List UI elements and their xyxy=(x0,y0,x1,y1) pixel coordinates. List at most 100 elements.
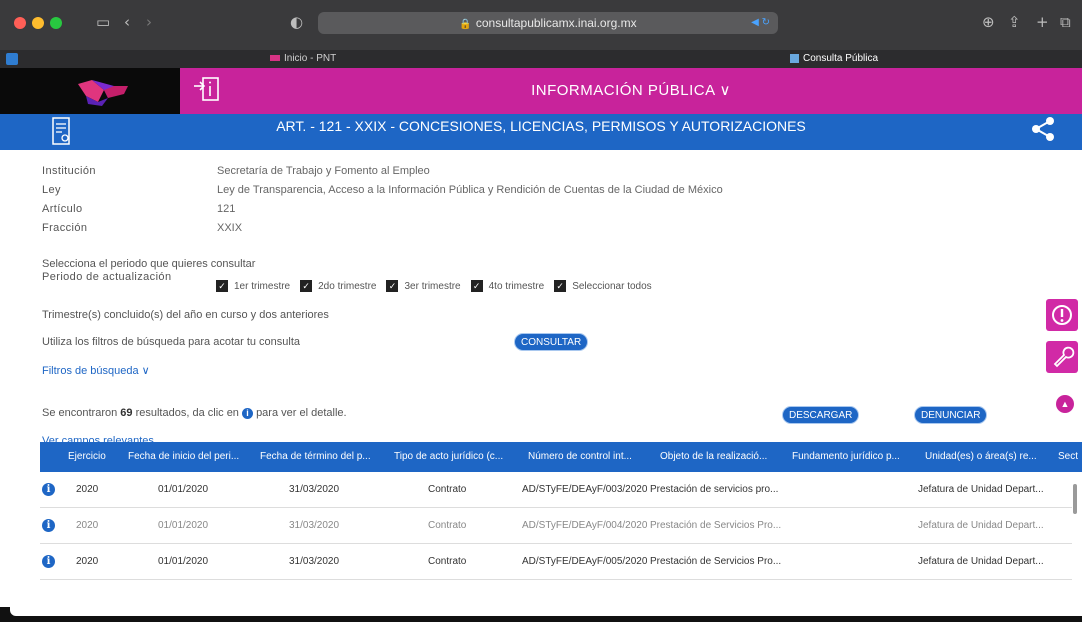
column-header[interactable]: Unidad(es) o área(s) re... xyxy=(925,442,1050,472)
table-row[interactable]: i 2020 01/01/2020 31/03/2020 Contrato AD… xyxy=(40,508,1072,544)
column-header[interactable]: Fecha de término del p... xyxy=(260,442,385,472)
period-label: Periodo de actualización xyxy=(42,271,172,283)
cell-unidad: Jefatura de Unidad Depart... xyxy=(918,556,1044,567)
results-summary: Se encontraron 69 resultados, da clic en… xyxy=(42,407,347,419)
info-row: Institución Secretaría de Trabajo y Fomen… xyxy=(42,165,723,184)
wrench-icon xyxy=(1053,346,1075,368)
cell-fecha-termino: 31/03/2020 xyxy=(289,484,340,495)
tab-inicio[interactable]: Inicio - PNT xyxy=(270,50,336,68)
table-row[interactable]: i 2020 01/01/2020 31/03/2020 Contrato AD… xyxy=(40,544,1072,580)
tab-label: Consulta Pública xyxy=(803,53,879,64)
cell-fecha-inicio: 01/01/2020 xyxy=(158,520,209,531)
results-count: 69 xyxy=(120,407,133,419)
cell-unidad: Jefatura de Unidad Depart... xyxy=(918,484,1044,495)
cell-numero-control: AD/STyFE/DEAyF/004/2020 xyxy=(522,520,648,531)
tabs-overview-icon[interactable]: ⧉ xyxy=(1060,13,1071,31)
page-bottom-edge xyxy=(10,607,1082,616)
column-header[interactable]: Tipo de acto jurídico (c... xyxy=(394,442,522,472)
extension-icon[interactable] xyxy=(6,53,18,65)
back-icon[interactable]: ‹ xyxy=(124,13,130,31)
checkbox-1er-trimestre[interactable]: ✓ xyxy=(216,280,228,292)
checkbox-3er-trimestre[interactable]: ✓ xyxy=(386,280,399,292)
pnt-favicon-icon xyxy=(270,55,280,62)
results-table-header: Ejercicio Fecha de inicio del peri... Fe… xyxy=(40,442,1082,472)
row-detail-info-icon[interactable]: i xyxy=(42,483,55,496)
info-key: Artículo xyxy=(42,203,83,215)
cell-numero-control: AD/STyFE/DEAyF/005/2020 xyxy=(522,556,648,567)
reload-icon[interactable]: ◀ ↻ xyxy=(751,12,770,34)
column-header[interactable]: Fecha de inicio del peri... xyxy=(128,442,253,472)
results-prefix: Se encontraron xyxy=(42,407,118,419)
results-suffix: para ver el detalle. xyxy=(256,407,347,419)
checkbox-label: 2do trimestre xyxy=(318,280,377,292)
forward-icon[interactable]: › xyxy=(146,13,152,31)
tab-consulta[interactable]: Consulta Pública xyxy=(790,50,878,68)
cell-fecha-termino: 31/03/2020 xyxy=(289,520,340,531)
checkbox-seleccionar-todos[interactable]: ✓ xyxy=(554,280,567,292)
table-row[interactable]: i 2020 01/01/2020 31/03/2020 Contrato AD… xyxy=(40,472,1072,508)
column-header[interactable]: Ejercicio xyxy=(68,442,106,472)
minimize-window-button[interactable] xyxy=(32,17,44,29)
info-value: 121 xyxy=(217,203,236,215)
shield-icon[interactable]: ◐ xyxy=(290,13,303,31)
table-scrollbar[interactable] xyxy=(1073,484,1077,514)
share-icon[interactable]: ⇪ xyxy=(1008,13,1021,31)
cell-objeto: Prestación de Servicios Pro... xyxy=(650,520,782,531)
column-header[interactable]: Objeto de la realizació... xyxy=(660,442,785,472)
new-tab-icon[interactable]: + xyxy=(1036,13,1049,31)
info-block: Institución Secretaría de Trabajo y Fomen… xyxy=(42,165,723,241)
header-bar: INFORMACIÓN PÚBLICA ∨ xyxy=(180,68,1082,114)
info-key: Ley xyxy=(42,184,61,196)
period-checkboxes: ✓ 1er trimestre ✓ 2do trimestre ✓ 3er trime… xyxy=(216,280,662,292)
download-icon[interactable]: ⊕ xyxy=(982,13,995,31)
checkbox-4to-trimestre[interactable]: ✓ xyxy=(470,280,483,292)
column-header[interactable]: Sect xyxy=(1058,442,1082,472)
cell-numero-control: AD/STyFE/DEAyF/003/2020 xyxy=(522,484,648,495)
pnt-logo-icon[interactable] xyxy=(78,80,128,106)
column-header[interactable]: Número de control int... xyxy=(528,442,653,472)
sidebar-icon[interactable]: ▭ xyxy=(96,13,110,31)
info-value: Ley de Transparencia, Acceso a la Inform… xyxy=(217,184,723,196)
address-bar[interactable]: 🔒 consultapublicamx.inai.org.mx ◀ ↻ xyxy=(318,12,778,34)
row-detail-info-icon[interactable]: i xyxy=(42,555,55,568)
consultar-button[interactable]: CONSULTAR xyxy=(514,333,589,351)
info-row: Artículo 121 xyxy=(42,203,723,222)
cell-objeto: Prestación de servicios pro... xyxy=(650,484,779,495)
descargar-button[interactable]: DESCARGAR xyxy=(782,406,860,424)
checkbox-2do-trimestre[interactable]: ✓ xyxy=(300,280,313,292)
logo-area xyxy=(0,68,180,114)
denunciar-button[interactable]: DENUNCIAR xyxy=(914,406,988,424)
scroll-top-button[interactable]: ▲ xyxy=(1056,395,1074,413)
cell-ejercicio: 2020 xyxy=(76,556,99,567)
tab-strip: Inicio - PNT Consulta Pública xyxy=(0,50,1082,68)
tools-button[interactable] xyxy=(1046,341,1078,373)
browser-toolbar: ▭ ‹ › ◐ 🔒 consultapublicamx.inai.org.mx ◀… xyxy=(0,0,1082,50)
row-detail-info-icon[interactable]: i xyxy=(42,519,55,532)
info-icon: i xyxy=(242,408,253,419)
menu-informacion-publica[interactable]: INFORMACIÓN PÚBLICA ∨ xyxy=(180,81,1082,99)
alert-button[interactable] xyxy=(1046,299,1078,331)
alert-icon xyxy=(1052,305,1072,325)
period-prompt: Selecciona el periodo que quieres consul… xyxy=(42,258,256,270)
page-title: ART. - 121 - XXIX - CONCESIONES, LICENCI… xyxy=(276,118,806,134)
share-icon[interactable] xyxy=(1030,116,1056,142)
filters-hint: Utiliza los filtros de búsqueda para aco… xyxy=(42,336,301,348)
cell-fecha-termino: 31/03/2020 xyxy=(289,556,340,567)
info-row: Fracción XXIX xyxy=(42,222,723,241)
filters-toggle[interactable]: Filtros de búsqueda ∨ xyxy=(42,364,150,377)
column-header[interactable]: Fundamento jurídico p... xyxy=(792,442,917,472)
cell-fecha-inicio: 01/01/2020 xyxy=(158,556,209,567)
info-value: Secretaría de Trabajo y Fomento al Emple… xyxy=(217,165,430,177)
cell-objeto: Prestación de Servicios Pro... xyxy=(650,556,782,567)
cell-ejercicio: 2020 xyxy=(76,520,99,531)
checkbox-label: 1er trimestre xyxy=(234,280,291,292)
checkbox-label: 4to trimestre xyxy=(488,280,545,292)
cell-unidad: Jefatura de Unidad Depart... xyxy=(918,520,1044,531)
maximize-window-button[interactable] xyxy=(50,17,62,29)
info-value: XXIX xyxy=(217,222,243,234)
cell-tipo-acto: Contrato xyxy=(428,520,467,531)
checkbox-label: 3er trimestre xyxy=(404,280,461,292)
cell-tipo-acto: Contrato xyxy=(428,556,467,567)
lock-icon: 🔒 xyxy=(459,19,472,30)
close-window-button[interactable] xyxy=(14,17,26,29)
